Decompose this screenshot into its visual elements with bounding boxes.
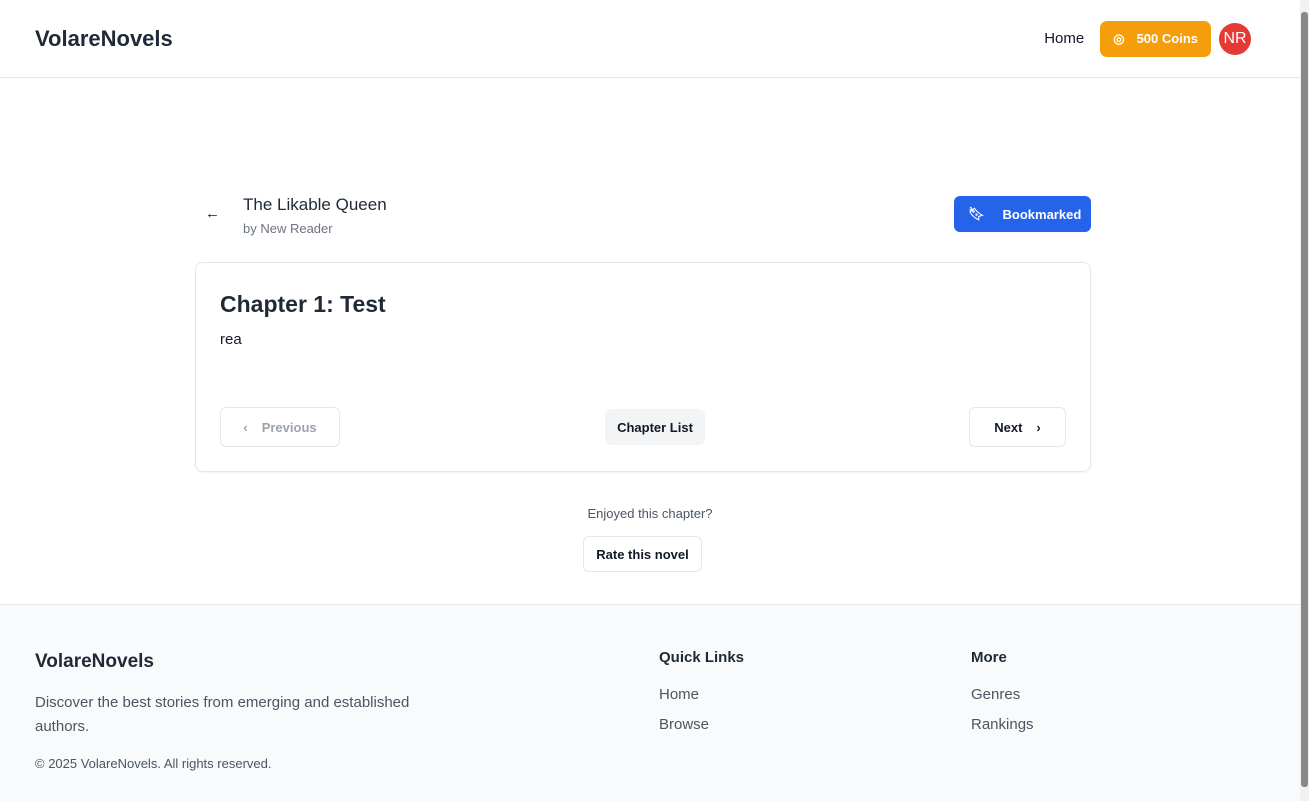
novel-title: The Likable Queen [243, 195, 387, 214]
footer-link-browse[interactable]: Browse [659, 716, 744, 733]
bookmark-button[interactable]: 🔖︎ Bookmarked [954, 196, 1091, 232]
chapter-title: Chapter 1: Test [220, 291, 386, 317]
copyright: © 2025 VolareNovels. All rights reserved… [35, 756, 272, 771]
scrollbar[interactable] [1300, 0, 1309, 801]
footer: VolareNovels Discover the best stories f… [0, 604, 1300, 801]
chevron-left-icon: ‹ [243, 419, 248, 435]
rate-button[interactable]: Rate this novel [583, 536, 702, 572]
bookmark-label: Bookmarked [1002, 206, 1082, 222]
chevron-right-icon: › [1036, 419, 1041, 435]
header: VolareNovels Home ◎ 500 Coins NR [0, 0, 1300, 78]
bookmark-icon: 🔖︎ [968, 206, 985, 221]
back-arrow-icon[interactable]: ← [205, 205, 220, 222]
next-button[interactable]: Next › [969, 407, 1066, 447]
more-heading: More [971, 649, 1007, 666]
footer-link-rankings[interactable]: Rankings [971, 716, 1034, 733]
logo[interactable]: VolareNovels [35, 26, 173, 52]
nav-home[interactable]: Home [1044, 30, 1084, 47]
coins-label: 500 Coins [1136, 31, 1198, 46]
novel-author: by New Reader [243, 221, 333, 236]
coins-icon: ◎ [1113, 30, 1125, 46]
rating-prompt: Enjoyed this chapter? [587, 506, 713, 521]
footer-link-genres[interactable]: Genres [971, 686, 1034, 703]
footer-logo: VolareNovels [35, 651, 154, 672]
quick-links-heading: Quick Links [659, 649, 745, 666]
scrollbar-thumb[interactable] [1301, 12, 1308, 787]
chapter-list-button[interactable]: Chapter List [605, 409, 705, 445]
avatar[interactable]: NR [1219, 22, 1251, 55]
previous-label: Previous [261, 419, 317, 435]
footer-description: Discover the best stories from emerging … [35, 694, 410, 735]
next-label: Next [994, 419, 1023, 435]
footer-link-home[interactable]: Home [659, 686, 744, 703]
previous-button[interactable]: ‹ Previous [220, 407, 340, 447]
chapter-card: Chapter 1: Test rea ‹ Previous Chapter Li… [195, 262, 1091, 472]
coins-button[interactable]: ◎ 500 Coins [1100, 20, 1211, 57]
chapter-body: rea [220, 331, 242, 348]
